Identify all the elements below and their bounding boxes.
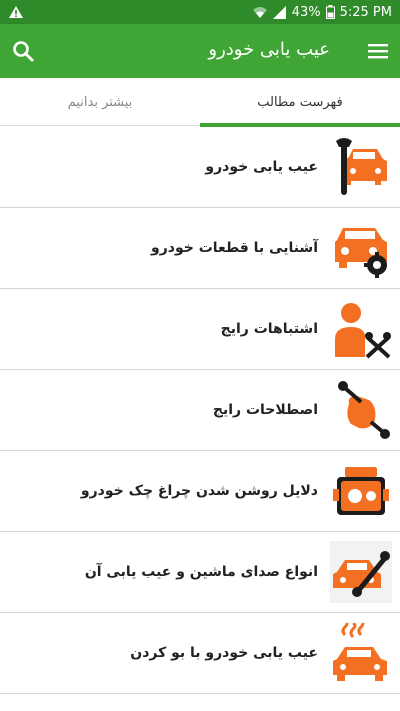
tab-learn-more-label: بیشتر بدانیم: [67, 94, 133, 110]
list-item-check-engine[interactable]: دلایل روشن شدن چراغ چک خودرو: [0, 451, 400, 532]
tab-contents-label: فهرست مطالب: [257, 94, 343, 110]
mechanic-tools-icon: [330, 298, 392, 360]
list-item-car-sounds[interactable]: انواع صدای ماشین و عیب یابی آن: [0, 532, 400, 613]
tab-contents[interactable]: فهرست مطالب: [200, 78, 400, 127]
list-item-label: عیب یابی خودرو با بو کردن: [130, 645, 318, 661]
search-icon[interactable]: [12, 40, 34, 62]
app-bar: عیب یابی خودرو: [0, 24, 400, 78]
status-bar: 43% 5:25 PM: [0, 0, 400, 24]
contents-list: عیب یابی خودرو آشنایی با قطعات خودرو اشت…: [0, 127, 400, 694]
list-item-common-terms[interactable]: اصطلاحات رایج: [0, 370, 400, 451]
list-item-label: عیب یابی خودرو: [205, 159, 318, 175]
car-wrench-icon: [330, 136, 392, 198]
battery-percent: 43%: [291, 4, 321, 20]
tab-learn-more[interactable]: بیشتر بدانیم: [0, 78, 200, 126]
list-item-label: اشتباهات رایج: [220, 321, 318, 337]
car-smoke-icon: [330, 622, 392, 684]
engine-icon: [330, 460, 392, 522]
list-item-label: دلایل روشن شدن چراغ چک خودرو: [80, 483, 318, 499]
tab-bar: بیشتر بدانیم فهرست مطالب: [0, 78, 400, 127]
list-item-car-parts[interactable]: آشنایی با قطعات خودرو: [0, 208, 400, 289]
car-repair-icon: [330, 541, 392, 603]
status-left: [8, 5, 24, 19]
menu-icon[interactable]: [368, 43, 388, 59]
list-item-label: آشنایی با قطعات خودرو: [151, 240, 318, 256]
list-item-smell-troubleshooting[interactable]: عیب یابی خودرو با بو کردن: [0, 613, 400, 694]
clock: 5:25 PM: [339, 4, 392, 20]
list-item-common-mistakes[interactable]: اشتباهات رایج: [0, 289, 400, 370]
list-item-label: انواع صدای ماشین و عیب یابی آن: [84, 564, 318, 580]
car-gear-icon: [330, 217, 392, 279]
wifi-icon: [252, 6, 267, 18]
list-item-troubleshooting[interactable]: عیب یابی خودرو: [0, 127, 400, 208]
app-title: عیب یابی خودرو: [208, 39, 330, 60]
status-right: 43% 5:25 PM: [252, 5, 392, 20]
signal-icon: [272, 5, 286, 19]
list-item-label: اصطلاحات رایج: [212, 402, 318, 418]
battery-icon: [325, 5, 335, 19]
warning-icon: [9, 6, 23, 18]
hand-wrench-icon: [330, 379, 392, 441]
